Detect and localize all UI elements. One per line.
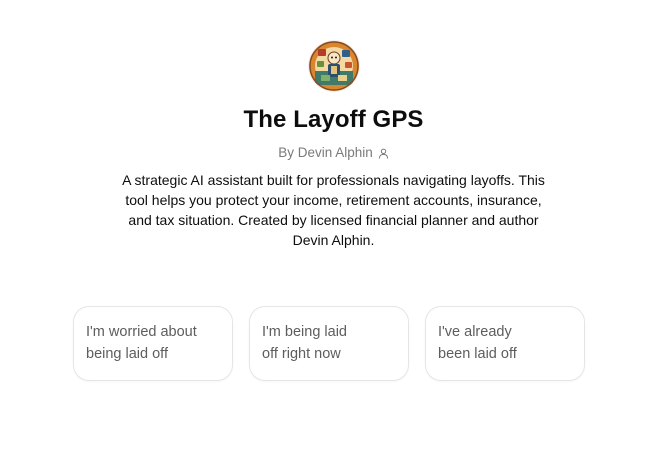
author-name: By Devin Alphin xyxy=(278,145,373,160)
avatar-illustration xyxy=(308,41,359,91)
conversation-starters: I'm worried about being laid off I'm bei… xyxy=(73,306,585,381)
starter-label-line: I'm worried about xyxy=(86,324,197,340)
gpt-description: A strategic AI assistant built for profe… xyxy=(122,172,545,248)
starter-label-line: I've already xyxy=(438,324,512,340)
gpt-header: The Layoff GPS By Devin Alphin A strateg… xyxy=(0,0,667,250)
person-icon xyxy=(378,148,389,159)
gpt-avatar xyxy=(308,41,359,91)
starter-label-line: been laid off xyxy=(438,346,517,362)
starter-label-line: being laid off xyxy=(86,346,168,362)
starter-label-line: I'm being laid xyxy=(262,324,347,340)
starter-label-line: off right now xyxy=(262,346,341,362)
author-byline: By Devin Alphin xyxy=(278,144,389,162)
starter-worried-button[interactable]: I'm worried about being laid off xyxy=(73,306,233,381)
starter-being-laid-off-button[interactable]: I'm being laid off right now xyxy=(249,306,409,381)
starter-already-laid-off-button[interactable]: I've already been laid off xyxy=(425,306,585,381)
gpt-title: The Layoff GPS xyxy=(243,106,424,133)
